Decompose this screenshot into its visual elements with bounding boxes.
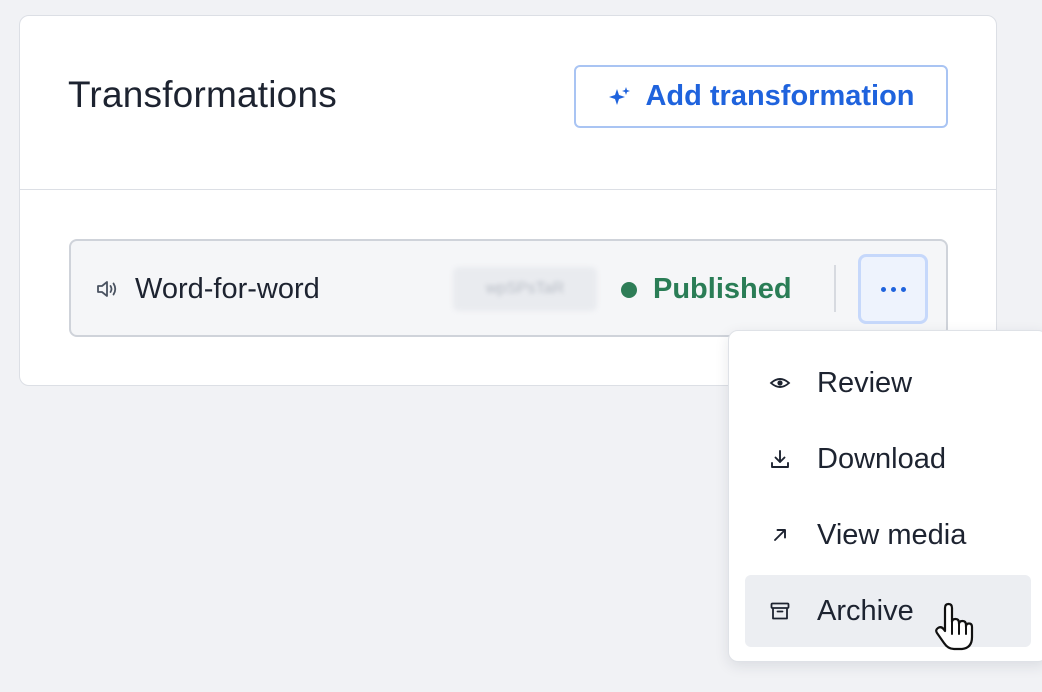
menu-item-label: Review xyxy=(817,366,913,399)
add-transformation-button[interactable]: Add transformation xyxy=(574,65,948,128)
menu-item-archive[interactable]: Archive xyxy=(745,575,1031,647)
eye-icon xyxy=(769,378,791,388)
card-header: Transformations Add transformation xyxy=(20,16,996,190)
menu-item-label: View media xyxy=(817,518,967,551)
more-actions-button[interactable] xyxy=(858,254,928,324)
status-label: Published xyxy=(653,273,792,305)
transformation-row[interactable]: Word-for-word wpSPsTaR Published xyxy=(69,239,948,337)
actions-menu: Review Download View media Archive xyxy=(728,330,1042,662)
status-dot xyxy=(621,281,637,298)
transformation-name: Word-for-word xyxy=(135,273,320,305)
status-badge: Published xyxy=(621,273,792,306)
transformation-id-chip: wpSPsTaR xyxy=(453,267,597,311)
download-icon xyxy=(771,450,789,468)
menu-item-label: Download xyxy=(817,442,946,475)
archive-icon xyxy=(770,602,790,620)
card-title: Transformations xyxy=(68,74,337,115)
sparkle-icon xyxy=(609,86,631,105)
ellipsis-icon xyxy=(880,286,906,292)
menu-item-view-media[interactable]: View media xyxy=(745,499,1031,571)
speaker-icon xyxy=(97,281,117,297)
add-transformation-label: Add transformation xyxy=(645,80,915,112)
row-divider xyxy=(834,265,836,312)
menu-item-download[interactable]: Download xyxy=(745,423,1031,495)
menu-item-review[interactable]: Review xyxy=(745,347,1031,419)
arrow-up-right-icon xyxy=(774,529,786,541)
menu-item-label: Archive xyxy=(817,594,914,627)
